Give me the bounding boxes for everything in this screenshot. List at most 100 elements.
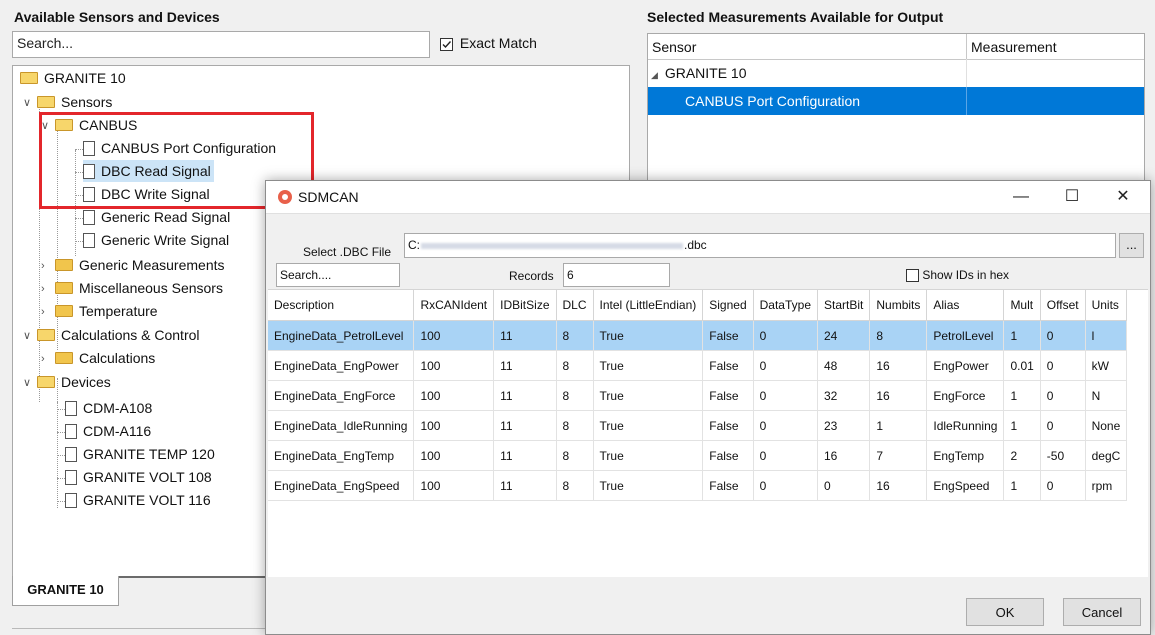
col-datatype-cell[interactable]: 0 — [753, 440, 819, 471]
dialog-title-bar[interactable]: SDMCAN — ☐ ✕ — [266, 181, 1150, 214]
col-mult-cell[interactable]: 1 — [1003, 470, 1041, 501]
col-mult-cell[interactable]: 2 — [1003, 440, 1041, 471]
col-idbitsize-cell[interactable]: 11 — [493, 440, 557, 471]
tree-item-devices[interactable]: ∨ Devices — [23, 371, 111, 393]
chevron-right-icon[interactable]: › — [41, 255, 53, 277]
col-intel-header[interactable]: Intel (LittleEndian) — [593, 290, 704, 321]
col-idbitsize-cell[interactable]: 11 — [493, 350, 557, 381]
table-row[interactable]: EngineData_EngForce 100 11 8 True False 0 32 16 E… — [268, 380, 1128, 411]
col-alias-cell[interactable]: EngPower — [926, 350, 1005, 381]
col-rxcanident-header[interactable]: RxCANIdent — [413, 290, 495, 321]
col-description-cell[interactable]: EngineData_EngForce — [268, 380, 415, 411]
col-rxcanident-cell[interactable]: 100 — [413, 410, 495, 441]
chevron-right-icon[interactable]: › — [41, 348, 53, 370]
tree-item-temperature[interactable]: › Temperature — [41, 300, 158, 322]
col-numbits-cell[interactable]: 8 — [869, 320, 928, 351]
col-startbit-cell[interactable]: 24 — [817, 320, 871, 351]
col-intel-cell[interactable]: True — [593, 410, 704, 441]
table-row[interactable]: EngineData_EngSpeed 100 11 8 True False 0 0 16 En… — [268, 470, 1128, 501]
col-rxcanident-cell[interactable]: 100 — [413, 320, 495, 351]
col-datatype-header[interactable]: DataType — [753, 290, 819, 321]
col-startbit-cell[interactable]: 48 — [817, 350, 871, 381]
col-alias-cell[interactable]: EngForce — [926, 380, 1005, 411]
col-mult-cell[interactable]: 1 — [1003, 320, 1041, 351]
col-idbitsize-cell[interactable]: 11 — [493, 470, 557, 501]
output-measurements-grid[interactable]: Sensor Measurement ◢ GRANITE 10 CANBUS P… — [647, 33, 1145, 183]
col-mult-header[interactable]: Mult — [1003, 290, 1041, 321]
col-units-cell[interactable]: rpm — [1085, 470, 1128, 501]
col-units-cell[interactable]: l — [1085, 320, 1128, 351]
grid-row-granite10[interactable]: ◢ GRANITE 10 — [648, 60, 1144, 86]
tree-item-generic-write-signal[interactable]: Generic Write Signal — [83, 229, 229, 251]
minimize-button[interactable]: — — [998, 181, 1044, 213]
col-idbitsize-cell[interactable]: 11 — [493, 320, 557, 351]
col-description-header[interactable]: Description — [268, 290, 415, 321]
tree-item-granite-temp-120[interactable]: GRANITE TEMP 120 — [65, 443, 215, 465]
grid-row-selected[interactable]: CANBUS Port Configuration — [648, 87, 1144, 115]
dialog-search-input[interactable]: Search.... — [276, 263, 400, 287]
tree-item-granite-volt-108[interactable]: GRANITE VOLT 108 — [65, 466, 212, 488]
col-offset-cell[interactable]: 0 — [1040, 380, 1086, 411]
table-row[interactable]: EngineData_EngPower 100 11 8 True False 0 48 16 E… — [268, 350, 1128, 381]
tree-item-granite10[interactable]: GRANITE 10 — [20, 67, 126, 89]
tree-item-granite-volt-116[interactable]: GRANITE VOLT 116 — [65, 489, 211, 511]
col-offset-header[interactable]: Offset — [1040, 290, 1086, 321]
col-description-cell[interactable]: EngineData_EngTemp — [268, 440, 415, 471]
col-datatype-cell[interactable]: 0 — [753, 380, 819, 411]
col-description-cell[interactable]: EngineData_EngPower — [268, 350, 415, 381]
col-intel-cell[interactable]: True — [593, 350, 704, 381]
col-offset-cell[interactable]: -50 — [1040, 440, 1086, 471]
col-rxcanident-cell[interactable]: 100 — [413, 470, 495, 501]
tree-item-cdm-a116[interactable]: CDM-A116 — [65, 420, 151, 442]
tree-item-calculations-control[interactable]: ∨ Calculations & Control — [23, 324, 200, 346]
col-signed-cell[interactable]: False — [702, 320, 754, 351]
col-dlc-cell[interactable]: 8 — [556, 350, 594, 381]
col-idbitsize-header[interactable]: IDBitSize — [493, 290, 557, 321]
col-signed-cell[interactable]: False — [702, 380, 754, 411]
col-units-header[interactable]: Units — [1085, 290, 1128, 321]
col-numbits-cell[interactable]: 7 — [869, 440, 928, 471]
col-idbitsize-cell[interactable]: 11 — [493, 380, 557, 411]
close-button[interactable]: ✕ — [1100, 181, 1146, 213]
col-offset-cell[interactable]: 0 — [1040, 410, 1086, 441]
col-intel-cell[interactable]: True — [593, 320, 704, 351]
col-alias-cell[interactable]: IdleRunning — [926, 410, 1005, 441]
chevron-down-icon[interactable]: ∨ — [23, 372, 35, 394]
col-measurement-header[interactable]: Measurement — [971, 39, 1057, 55]
dbc-path-input[interactable]: C: .dbc — [404, 233, 1116, 258]
col-idbitsize-cell[interactable]: 11 — [493, 410, 557, 441]
col-units-cell[interactable]: N — [1085, 380, 1128, 411]
sensor-search-input[interactable]: Search... — [12, 31, 430, 58]
col-datatype-cell[interactable]: 0 — [753, 410, 819, 441]
col-alias-header[interactable]: Alias — [926, 290, 1005, 321]
col-offset-cell[interactable]: 0 — [1040, 350, 1086, 381]
tab-granite10[interactable]: GRANITE 10 — [12, 576, 119, 606]
ok-button[interactable]: OK — [966, 598, 1044, 626]
table-row[interactable]: EngineData_EngTemp 100 11 8 True False 0 16 7 Eng… — [268, 440, 1128, 471]
col-dlc-header[interactable]: DLC — [556, 290, 594, 321]
col-startbit-cell[interactable]: 23 — [817, 410, 871, 441]
col-startbit-header[interactable]: StartBit — [817, 290, 871, 321]
col-numbits-cell[interactable]: 16 — [869, 380, 928, 411]
tree-item-generic-measurements[interactable]: › Generic Measurements — [41, 254, 225, 276]
col-alias-cell[interactable]: PetrolLevel — [926, 320, 1005, 351]
col-description-cell[interactable]: EngineData_IdleRunning — [268, 410, 415, 441]
col-units-cell[interactable]: None — [1085, 410, 1128, 441]
col-intel-cell[interactable]: True — [593, 440, 704, 471]
col-mult-cell[interactable]: 0.01 — [1003, 350, 1041, 381]
tree-item-generic-read-signal[interactable]: Generic Read Signal — [83, 206, 230, 228]
chevron-down-icon[interactable]: ∨ — [23, 325, 35, 347]
col-dlc-cell[interactable]: 8 — [556, 440, 594, 471]
col-signed-cell[interactable]: False — [702, 470, 754, 501]
col-intel-cell[interactable]: True — [593, 380, 704, 411]
tree-item-sensors[interactable]: ∨ Sensors — [23, 91, 112, 113]
col-startbit-cell[interactable]: 16 — [817, 440, 871, 471]
col-datatype-cell[interactable]: 0 — [753, 470, 819, 501]
tree-item-cdm-a108[interactable]: CDM-A108 — [65, 397, 152, 419]
cancel-button[interactable]: Cancel — [1063, 598, 1141, 626]
col-units-cell[interactable]: kW — [1085, 350, 1128, 381]
exact-match-checkbox[interactable]: Exact Match — [440, 35, 537, 51]
chevron-down-icon[interactable]: ∨ — [23, 92, 35, 114]
col-rxcanident-cell[interactable]: 100 — [413, 350, 495, 381]
maximize-button[interactable]: ☐ — [1049, 181, 1095, 213]
